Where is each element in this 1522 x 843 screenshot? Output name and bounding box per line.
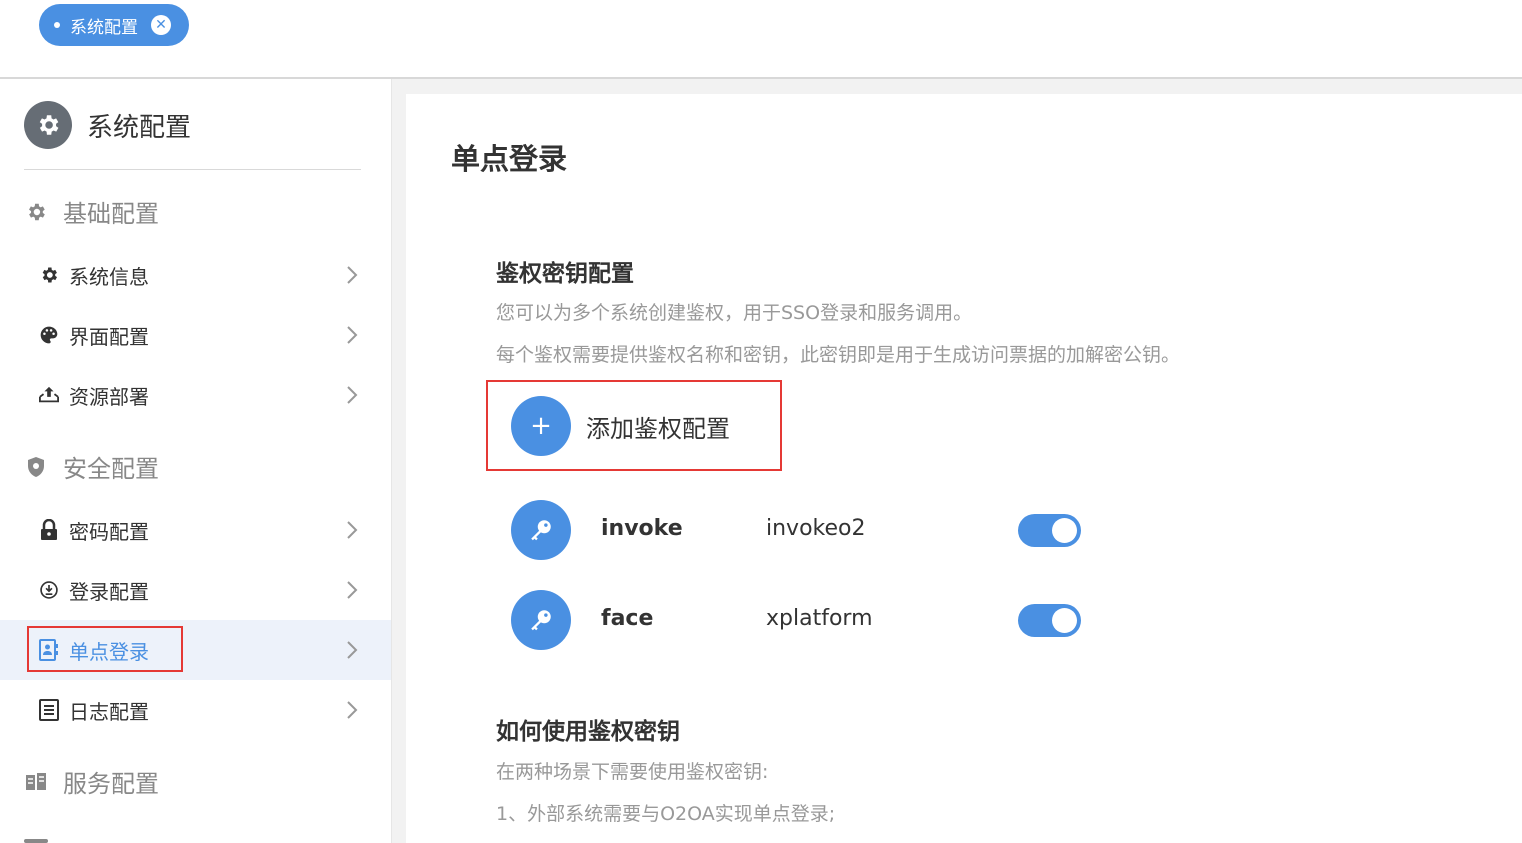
sidebar-item-label: 资源部署 — [69, 384, 149, 409]
sidebar-item-label: 登录配置 — [69, 579, 149, 604]
page-title: 单点登录 — [451, 142, 568, 176]
usage-section-desc-2: 1、外部系统需要与O2OA实现单点登录; — [496, 803, 836, 825]
add-auth-config-label[interactable]: 添加鉴权配置 — [586, 409, 730, 444]
sidebar-group-basic: 基础配置 — [24, 194, 159, 229]
chevron-right-icon — [347, 581, 358, 599]
sidebar-group-label: 基础配置 — [63, 200, 159, 228]
auth-key-name: face — [601, 606, 654, 631]
usage-section-desc-1: 在两种场景下需要使用鉴权密钥: — [496, 761, 769, 783]
sidebar-group-label: 服务配置 — [63, 770, 159, 798]
auth-key-value: invokeo2 — [766, 516, 866, 541]
close-icon[interactable]: ✕ — [151, 15, 171, 35]
auth-key-value: xplatform — [766, 606, 873, 631]
highlight-box — [27, 626, 183, 672]
palette-icon — [38, 324, 60, 346]
upload-tray-icon — [38, 384, 60, 406]
clock-arrow-icon — [38, 579, 60, 601]
gear-icon — [24, 200, 48, 224]
tab-dot — [54, 22, 60, 28]
gear-icon — [38, 264, 60, 286]
sidebar-item-system-info[interactable]: 系统信息 — [0, 245, 391, 305]
key-icon[interactable] — [511, 590, 571, 650]
chevron-right-icon — [347, 521, 358, 539]
tab-system-config[interactable]: 系统配置 ✕ — [39, 4, 189, 46]
sidebar-divider — [24, 169, 361, 170]
sidebar-item-resource-deploy[interactable]: 资源部署 — [0, 365, 391, 425]
chevron-right-icon — [347, 641, 358, 659]
auth-section-title: 鉴权密钥配置 — [496, 261, 634, 287]
sidebar-header: 系统配置 — [24, 101, 191, 149]
sidebar-item-password-config[interactable]: 密码配置 — [0, 500, 391, 560]
sidebar-item-label: 日志配置 — [69, 699, 149, 724]
chevron-right-icon — [347, 386, 358, 404]
tab-label: 系统配置 — [70, 17, 138, 38]
sidebar-group-service: 服务配置 — [24, 764, 159, 799]
plus-icon[interactable]: + — [511, 396, 571, 456]
auth-key-row: face xplatform — [511, 590, 1091, 650]
sidebar-item-label: 密码配置 — [69, 519, 149, 544]
auth-key-toggle[interactable] — [1018, 514, 1081, 547]
key-icon[interactable] — [511, 500, 571, 560]
sidebar-item-log-config[interactable]: 日志配置 — [0, 680, 391, 740]
auth-key-name: invoke — [601, 516, 683, 541]
sidebar-item-label: 系统信息 — [69, 264, 149, 289]
sidebar-item-login-config[interactable]: 登录配置 — [0, 560, 391, 620]
chevron-right-icon — [347, 266, 358, 284]
sidebar-item-sso[interactable]: 单点登录 — [0, 620, 391, 680]
sidebar: 系统配置 基础配置 系统信息 界面配置 资源部署 安全配置 密码配置 登录配置 … — [0, 79, 392, 843]
chevron-right-icon — [347, 701, 358, 719]
add-auth-config-button[interactable]: + 添加鉴权配置 — [511, 396, 730, 456]
sidebar-title: 系统配置 — [87, 112, 192, 143]
toggle-knob — [1052, 608, 1077, 633]
auth-section-desc-2: 每个鉴权需要提供鉴权名称和密钥，此密钥即是用于生成访问票据的加解密公钥。 — [496, 344, 1181, 366]
sidebar-item-label: 界面配置 — [69, 324, 149, 349]
gear-icon — [24, 101, 72, 149]
auth-key-row: invoke invokeo2 — [511, 500, 1091, 560]
usage-section-title: 如何使用鉴权密钥 — [496, 719, 680, 745]
shield-icon — [24, 455, 48, 479]
list-doc-icon — [38, 699, 60, 721]
sidebar-next-item-partial — [24, 839, 48, 843]
auth-section-desc-1: 您可以为多个系统创建鉴权，用于SSO登录和服务调用。 — [496, 302, 973, 324]
server-icon — [24, 770, 48, 794]
tab-bar: 系统配置 ✕ — [0, 0, 1522, 79]
sidebar-group-label: 安全配置 — [63, 455, 159, 483]
auth-key-toggle[interactable] — [1018, 604, 1081, 637]
sidebar-group-security: 安全配置 — [24, 449, 159, 484]
chevron-right-icon — [347, 326, 358, 344]
sidebar-item-ui-config[interactable]: 界面配置 — [0, 305, 391, 365]
lock-icon — [38, 519, 60, 541]
toggle-knob — [1052, 518, 1077, 543]
